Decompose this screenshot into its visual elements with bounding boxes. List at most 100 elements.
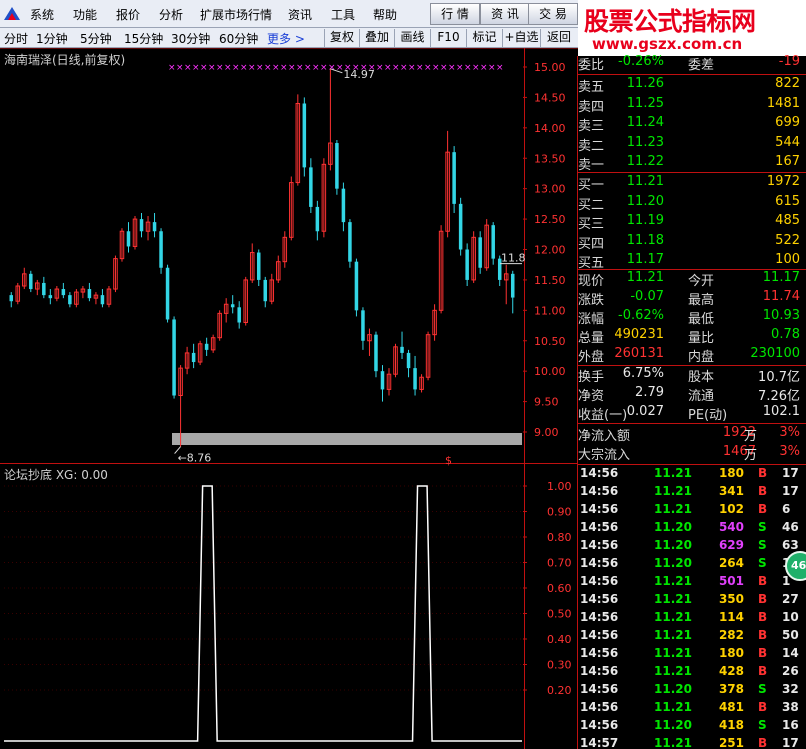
chart-area[interactable]: 15.00 14.50 14.00 13.50 13.00 12.50 12.00 11.50…: [0, 48, 578, 749]
tick-time: 14:56: [580, 682, 619, 696]
stat-row: 现价 11.21 今开 11.17: [578, 270, 802, 289]
period-1min[interactable]: 1分钟: [36, 30, 68, 47]
period-60min[interactable]: 60分钟: [219, 30, 258, 47]
tab-market[interactable]: 行 情: [430, 3, 480, 25]
menu-news[interactable]: 资讯: [288, 6, 312, 23]
tick-row[interactable]: 14:56 11.21 481 B 38: [578, 700, 806, 718]
order-diff-value: -19: [778, 54, 800, 69]
tick-volume: 378: [718, 682, 744, 696]
add-watchlist-button[interactable]: +自选: [502, 29, 540, 47]
tick-time: 14:56: [580, 610, 619, 624]
tick-row[interactable]: 14:56 11.21 350 B 27: [578, 592, 806, 610]
quote-separator: [578, 172, 806, 173]
tick-count: 14: [782, 646, 799, 660]
tick-row[interactable]: 14:56 11.20 418 S 16: [578, 718, 806, 736]
sell-level-row[interactable]: 卖四 11.25 1481: [578, 95, 802, 115]
sell-level-row[interactable]: 卖一 11.22 167: [578, 154, 802, 173]
menu-help[interactable]: 帮助: [373, 6, 397, 23]
tick-price: 11.20: [654, 682, 692, 696]
order-diff-label: 委差: [688, 58, 715, 73]
buy-level-row[interactable]: 买二 11.20 615: [578, 194, 802, 213]
fundamental-row: 换手 6.75% 股本 10.7亿: [578, 366, 802, 385]
menu-system[interactable]: 系统: [30, 6, 54, 23]
sell-level-row[interactable]: 卖二 11.23 544: [578, 135, 802, 154]
stat-label: 最高: [688, 293, 715, 308]
signal-marker: ×: [320, 63, 328, 73]
sell-level-price: 11.26: [626, 76, 664, 91]
tick-row[interactable]: 14:56 11.21 102 B 6: [578, 502, 806, 520]
menu-extended-market[interactable]: 扩展市场行情: [200, 6, 272, 23]
flow-percent: 3%: [779, 444, 800, 459]
chart-toolbar: 分时 1分钟 5分钟 15分钟 30分钟 60分钟 更多 > 复权 叠加 画线 …: [0, 28, 578, 48]
menu-function[interactable]: 功能: [73, 6, 97, 23]
tick-side: S: [758, 556, 767, 570]
menu-tools[interactable]: 工具: [331, 6, 355, 23]
period-more-button[interactable]: 更多 >: [267, 30, 305, 47]
tick-row[interactable]: 14:56 11.21 341 B 17: [578, 484, 806, 502]
stat-label: 内盘: [688, 350, 715, 365]
signal-marker: ×: [280, 63, 288, 73]
tick-row[interactable]: 14:56 11.21 114 B 10: [578, 610, 806, 628]
adjust-button[interactable]: 复权: [324, 29, 359, 47]
buy-level-row[interactable]: 买一 11.21 1972: [578, 174, 802, 193]
signal-marker: ×: [480, 63, 488, 73]
candle-body: [452, 152, 456, 204]
tick-count: 63: [782, 538, 799, 552]
tick-row[interactable]: 14:56 11.21 428 B 26: [578, 664, 806, 682]
period-5min[interactable]: 5分钟: [80, 30, 112, 47]
tick-row[interactable]: 14:56 11.20 629 S 63: [578, 538, 806, 556]
signal-marker: ×: [224, 63, 232, 73]
period-intraday[interactable]: 分时: [4, 30, 28, 47]
candle-body: [406, 352, 411, 369]
indicator-tick-label: 1.00: [547, 480, 572, 493]
candle-body: [263, 279, 268, 302]
sell-level-row[interactable]: 卖三 11.24 699: [578, 115, 802, 134]
tick-side: B: [758, 466, 768, 480]
overlay-button[interactable]: 叠加: [359, 29, 394, 47]
buy-level-volume: 522: [775, 232, 800, 248]
tick-side: B: [758, 736, 768, 749]
period-30min[interactable]: 30分钟: [171, 30, 210, 47]
tick-row[interactable]: 14:56 11.21 282 B 50: [578, 628, 806, 646]
site-url: www.gszx.com.cn: [592, 35, 743, 53]
tick-row[interactable]: 14:5611.20264S19: [578, 556, 806, 574]
tick-row[interactable]: 14:56 11.20 540 S 46: [578, 520, 806, 538]
tick-time: 14:56: [580, 502, 619, 516]
candle-body: [465, 249, 469, 280]
signal-marker: ×: [424, 63, 432, 73]
signal-marker: ×: [304, 63, 312, 73]
mark-button[interactable]: 标记: [466, 29, 502, 47]
sell-level-row[interactable]: 卖五 11.26 822: [578, 76, 802, 95]
tab-news[interactable]: 资 讯: [480, 3, 530, 25]
candle-body: [309, 167, 313, 207]
tick-count: 27: [782, 592, 799, 606]
kline-chart[interactable]: 15.00 14.50 14.00 13.50 13.00 12.50 12.00 11.50…: [0, 48, 578, 749]
sell-level-price: 11.22: [626, 154, 664, 169]
tick-count: 46: [782, 520, 799, 534]
f10-button[interactable]: F10: [430, 29, 466, 47]
menu-analysis[interactable]: 分析: [159, 6, 183, 23]
period-15min[interactable]: 15分钟: [124, 30, 163, 47]
order-ratio-value: -0.26%: [618, 54, 664, 69]
stock-title: 海南瑞泽(日线,前复权): [4, 53, 126, 67]
price-tick-label: 13.00: [534, 183, 566, 196]
menu-quote[interactable]: 报价: [116, 6, 140, 23]
buy-level-row[interactable]: 买五 11.17 100: [578, 252, 802, 271]
buy-level-row[interactable]: 买三 11.19 485: [578, 213, 802, 232]
fundamental-row: 收益(一) 0.027 PE(动) 102.1: [578, 404, 802, 423]
sell-level-price: 11.25: [626, 95, 664, 111]
candle-body: [341, 188, 346, 223]
fundamental-label: 股本: [688, 370, 715, 385]
indicator-tick-label: 0.50: [547, 608, 572, 621]
tab-trade[interactable]: 交 易: [528, 3, 578, 25]
tick-row[interactable]: 14:56 11.21 180 B 14: [578, 646, 806, 664]
back-button[interactable]: 返回: [540, 29, 577, 47]
candle-body: [191, 352, 196, 363]
stat-value: 230100: [750, 346, 800, 361]
tick-row[interactable]: 14:56 11.21 180 B 17: [578, 466, 806, 484]
draw-line-button[interactable]: 画线: [394, 29, 430, 47]
buy-level-row[interactable]: 买四 11.18 522: [578, 232, 802, 252]
tick-row[interactable]: 14:57 11.21 251 B 17: [578, 736, 806, 749]
tick-row[interactable]: 14:56 11.21 501 B 1: [578, 574, 806, 592]
tick-row[interactable]: 14:56 11.20 378 S 32: [578, 682, 806, 700]
